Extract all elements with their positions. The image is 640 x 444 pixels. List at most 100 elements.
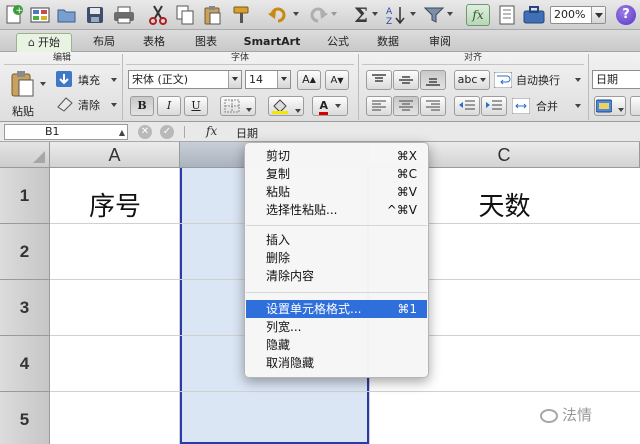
- watermark: 法情: [540, 404, 592, 425]
- align-left-button[interactable]: [366, 96, 392, 116]
- filter-dropdown-icon[interactable]: [447, 12, 453, 16]
- wrap-text-label: 自动换行: [516, 74, 560, 87]
- save-icon[interactable]: [84, 4, 106, 26]
- paste-button[interactable]: 粘贴: [6, 70, 42, 120]
- row-header-5[interactable]: 5: [0, 392, 50, 444]
- row-header-2[interactable]: 2: [0, 224, 50, 280]
- cut-icon[interactable]: [146, 4, 170, 26]
- align-center-button[interactable]: [393, 96, 419, 116]
- number-format-select[interactable]: 日期: [592, 70, 640, 89]
- help-icon[interactable]: ?: [616, 5, 636, 25]
- tab-formulas[interactable]: 公式: [318, 33, 358, 52]
- text-orientation-button[interactable]: abc: [454, 70, 490, 90]
- name-box-stepper-icon[interactable]: ▲: [119, 126, 125, 140]
- font-group-title: 字体: [126, 53, 354, 65]
- menu-item-label: 插入: [266, 233, 291, 247]
- increase-indent-button[interactable]: [481, 96, 507, 116]
- fill-color-button[interactable]: [268, 96, 304, 116]
- svg-text:Z: Z: [386, 17, 392, 25]
- menu-item-column-width[interactable]: 列宽...: [246, 318, 427, 336]
- redo-icon[interactable]: [304, 4, 330, 26]
- row-header-4[interactable]: 4: [0, 336, 50, 392]
- select-all-button[interactable]: [0, 142, 50, 168]
- cell-a1[interactable]: 序号: [50, 186, 180, 223]
- tab-tables[interactable]: 表格: [134, 33, 174, 52]
- align-right-button[interactable]: [420, 96, 446, 116]
- copy-icon[interactable]: [174, 4, 196, 26]
- grow-font-icon: A: [302, 73, 310, 86]
- row-header-3[interactable]: 3: [0, 280, 50, 336]
- menu-item-paste[interactable]: 粘贴 ⌘V: [246, 183, 427, 201]
- font-size-select[interactable]: 14: [245, 70, 291, 89]
- menu-item-label: 选择性粘贴...: [266, 203, 338, 217]
- clear-button[interactable]: 清除: [56, 95, 117, 115]
- font-name-dropdown-icon[interactable]: [228, 71, 241, 88]
- number-more-button[interactable]: [630, 96, 640, 116]
- menu-item-insert[interactable]: 插入: [246, 231, 427, 249]
- templates-icon[interactable]: [29, 4, 51, 26]
- borders-icon: [224, 99, 240, 113]
- row-header-1[interactable]: 1: [0, 168, 50, 224]
- column-header-a[interactable]: A: [50, 142, 180, 168]
- open-icon[interactable]: [56, 4, 78, 26]
- confirm-entry-icon[interactable]: ✓: [160, 125, 174, 139]
- menu-item-format-cells[interactable]: 设置单元格格式... ⌘1: [246, 300, 427, 318]
- name-box[interactable]: B1 ▲: [4, 124, 128, 140]
- font-color-button[interactable]: A: [312, 96, 348, 116]
- tab-home[interactable]: ⌂ 开始: [16, 33, 72, 52]
- underline-button[interactable]: U: [184, 96, 208, 116]
- menu-item-clear-contents[interactable]: 清除内容: [246, 267, 427, 285]
- undo-icon[interactable]: [266, 4, 292, 26]
- print-icon[interactable]: [112, 4, 136, 26]
- tab-data[interactable]: 数据: [368, 33, 408, 52]
- align-middle-button[interactable]: [393, 70, 419, 90]
- format-painter-icon[interactable]: [230, 4, 252, 26]
- function-icon[interactable]: fx: [466, 4, 490, 26]
- menu-item-cut[interactable]: 剪切 ⌘X: [246, 147, 427, 165]
- menu-item-unhide[interactable]: 取消隐藏: [246, 354, 427, 372]
- decrease-indent-button[interactable]: [454, 96, 480, 116]
- autosum-icon[interactable]: Σ: [350, 3, 372, 27]
- shrink-font-button[interactable]: A▼: [325, 70, 349, 90]
- menu-item-paste-special[interactable]: 选择性粘贴... ^⌘V: [246, 201, 427, 219]
- redo-dropdown-icon[interactable]: [331, 12, 337, 16]
- font-size-dropdown-icon[interactable]: [277, 71, 290, 88]
- insert-function-icon[interactable]: fx: [206, 124, 217, 138]
- formula-builder-icon[interactable]: [496, 4, 518, 26]
- toolbox-icon[interactable]: [522, 4, 546, 26]
- font-name-select[interactable]: 宋体 (正文): [128, 70, 242, 89]
- chat-bubble-icon: [540, 408, 558, 423]
- new-icon[interactable]: +: [3, 4, 25, 26]
- formula-input[interactable]: 日期: [236, 125, 258, 141]
- number-style-button[interactable]: [594, 96, 626, 116]
- wrap-text-button[interactable]: 自动换行: [494, 70, 584, 90]
- paste-large-icon: [11, 71, 34, 97]
- sort-dropdown-icon[interactable]: [410, 12, 416, 16]
- cancel-entry-icon[interactable]: ✕: [138, 125, 152, 139]
- zoom-dropdown-icon[interactable]: [591, 7, 605, 23]
- sort-icon[interactable]: AZ: [384, 4, 408, 26]
- align-top-button[interactable]: [366, 70, 392, 90]
- zoom-select[interactable]: 200%: [550, 6, 606, 24]
- borders-button[interactable]: [220, 96, 256, 116]
- paste-dropdown-icon[interactable]: [40, 82, 46, 86]
- formula-divider: [184, 126, 185, 138]
- tab-review[interactable]: 审阅: [420, 33, 460, 52]
- undo-dropdown-icon[interactable]: [293, 12, 299, 16]
- paste-icon[interactable]: [202, 4, 224, 26]
- italic-button[interactable]: I: [157, 96, 181, 116]
- menu-item-copy[interactable]: 复制 ⌘C: [246, 165, 427, 183]
- bold-button[interactable]: B: [130, 96, 154, 116]
- tab-charts[interactable]: 图表: [186, 33, 226, 52]
- tab-layout[interactable]: 布局: [84, 33, 124, 52]
- menu-item-hide[interactable]: 隐藏: [246, 336, 427, 354]
- decrease-indent-icon: [459, 100, 475, 110]
- merge-button[interactable]: 合并: [512, 96, 584, 116]
- fill-button[interactable]: 填充: [56, 70, 117, 90]
- filter-icon[interactable]: [422, 4, 446, 26]
- menu-item-delete[interactable]: 删除: [246, 249, 427, 267]
- autosum-dropdown-icon[interactable]: [372, 12, 378, 16]
- grow-font-button[interactable]: A▲: [297, 70, 321, 90]
- tab-smartart[interactable]: SmartArt: [236, 33, 308, 52]
- align-bottom-button[interactable]: [420, 70, 446, 90]
